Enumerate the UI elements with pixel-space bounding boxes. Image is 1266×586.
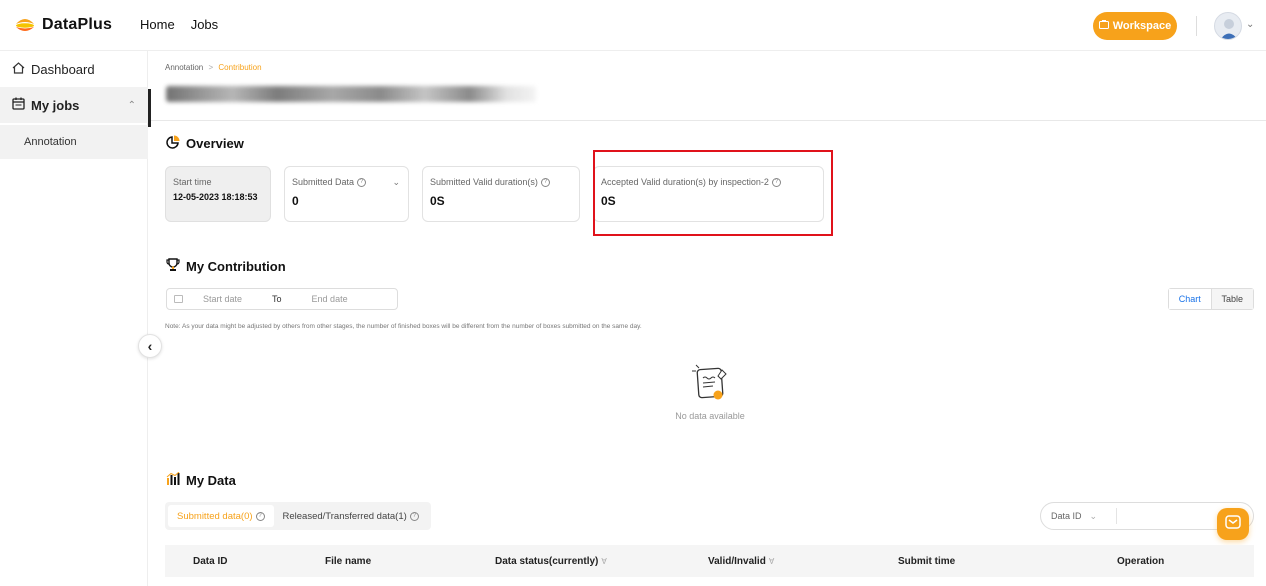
help-icon[interactable]: ? bbox=[409, 511, 419, 521]
card-label-text: Submitted Data bbox=[292, 177, 355, 187]
column-label: File name bbox=[325, 555, 372, 567]
tab-label: Submitted data(0) bbox=[177, 510, 253, 522]
breadcrumb-current: Contribution bbox=[218, 63, 262, 72]
column-label: Data status(currently) bbox=[495, 555, 599, 567]
column-header-data-status: Data status(currently) ∀ bbox=[495, 545, 607, 577]
collapse-sidebar-button[interactable]: ‹ bbox=[138, 334, 162, 358]
column-header-data-id: Data ID bbox=[193, 545, 227, 577]
search-field-label: Data ID bbox=[1051, 511, 1082, 521]
card-label: Submitted Valid duration(s) ? bbox=[430, 177, 571, 187]
top-bar: DataPlus Home Jobs Workspace ⌄ bbox=[0, 0, 1266, 51]
tab-table[interactable]: Table bbox=[1211, 289, 1253, 309]
breadcrumb: Annotation > Contribution bbox=[165, 63, 262, 72]
nav-jobs[interactable]: Jobs bbox=[191, 17, 218, 32]
chevron-down-icon: ⌄ bbox=[1089, 510, 1098, 521]
data-tabs: Submitted data(0) ? Released/Transferred… bbox=[165, 502, 431, 530]
sidebar-item-label: Dashboard bbox=[31, 61, 95, 77]
tab-label: Released/Transferred data(1) bbox=[282, 510, 407, 522]
highlight-box bbox=[593, 150, 833, 236]
help-icon[interactable]: ? bbox=[540, 177, 550, 187]
sidebar-item-my-jobs[interactable]: My jobs ⌃ bbox=[0, 87, 148, 123]
tab-released-transferred-data[interactable]: Released/Transferred data(1) ? bbox=[274, 505, 428, 527]
sidebar: Dashboard My jobs ⌃ Annotation bbox=[0, 51, 148, 586]
empty-state-text: No data available bbox=[675, 411, 745, 421]
column-label: Valid/Invalid bbox=[708, 555, 766, 567]
stat-card-start-time: Start time 12-05-2023 18:18:53 bbox=[165, 166, 271, 222]
top-nav: Home Jobs bbox=[140, 17, 218, 32]
dataplus-logo-icon bbox=[14, 14, 36, 36]
avatar[interactable] bbox=[1214, 12, 1242, 40]
contribution-title: My Contribution bbox=[166, 258, 286, 275]
chevron-down-icon[interactable]: ⌄ bbox=[392, 177, 400, 188]
my-data-title-text: My Data bbox=[186, 472, 236, 488]
home-icon bbox=[12, 61, 25, 77]
chevron-up-icon: ⌃ bbox=[127, 99, 136, 111]
column-header-file-name: File name bbox=[325, 545, 371, 577]
breadcrumb-separator: > bbox=[208, 63, 214, 72]
top-divider bbox=[1196, 16, 1197, 36]
nav-home[interactable]: Home bbox=[140, 17, 175, 32]
chevron-down-icon[interactable]: ⌄ bbox=[1246, 19, 1254, 30]
column-header-operation: Operation bbox=[1117, 545, 1164, 577]
mail-icon bbox=[1225, 514, 1241, 534]
blurred-page-title bbox=[166, 86, 536, 102]
workspace-button[interactable]: Workspace bbox=[1093, 12, 1177, 40]
column-label: Submit time bbox=[898, 555, 956, 567]
tab-chart[interactable]: Chart bbox=[1169, 289, 1212, 309]
stat-card-submitted-valid-duration: Submitted Valid duration(s) ? 0S bbox=[422, 166, 580, 222]
calendar-icon bbox=[174, 295, 183, 303]
divider bbox=[151, 120, 1266, 121]
date-range-separator: To bbox=[272, 294, 282, 304]
contribution-note: Note: As your data might be adjusted by … bbox=[165, 323, 642, 330]
date-range-picker[interactable]: Start date To End date bbox=[166, 288, 398, 310]
workspace-label: Workspace bbox=[1112, 20, 1172, 32]
sidebar-item-label: My jobs bbox=[31, 97, 80, 113]
card-label: Submitted Data ? bbox=[292, 177, 400, 187]
breadcrumb-root[interactable]: Annotation bbox=[165, 63, 203, 72]
sidebar-item-label: Annotation bbox=[24, 136, 77, 148]
stat-card-submitted-data[interactable]: Submitted Data ? ⌄ 0 bbox=[284, 166, 409, 222]
filter-icon[interactable]: ∀ bbox=[601, 557, 606, 566]
column-label: Operation bbox=[1117, 555, 1165, 567]
app-logo[interactable]: DataPlus bbox=[14, 14, 112, 36]
card-label: Start time bbox=[173, 177, 212, 187]
column-label: Data ID bbox=[193, 555, 228, 567]
calendar-icon bbox=[12, 97, 25, 113]
sidebar-item-annotation[interactable]: Annotation bbox=[0, 125, 148, 159]
contribution-title-text: My Contribution bbox=[186, 259, 286, 274]
card-label-text: Submitted Valid duration(s) bbox=[430, 177, 538, 187]
tab-submitted-data[interactable]: Submitted data(0) ? bbox=[168, 505, 274, 527]
help-icon[interactable]: ? bbox=[255, 511, 265, 521]
empty-document-icon bbox=[688, 362, 732, 404]
overview-title: Overview bbox=[166, 135, 244, 152]
help-icon[interactable]: ? bbox=[357, 177, 367, 187]
message-button[interactable] bbox=[1217, 508, 1249, 540]
overview-title-text: Overview bbox=[186, 136, 244, 151]
column-header-submit-time: Submit time bbox=[898, 545, 955, 577]
card-value: 0S bbox=[430, 194, 445, 208]
column-header-valid-invalid: Valid/Invalid ∀ bbox=[708, 545, 774, 577]
workspace-icon bbox=[1098, 20, 1109, 32]
active-indicator bbox=[148, 89, 151, 127]
filter-icon[interactable]: ∀ bbox=[769, 557, 774, 566]
chevron-left-icon: ‹ bbox=[147, 338, 153, 354]
view-toggle: Chart Table bbox=[1168, 288, 1254, 310]
sidebar-item-dashboard[interactable]: Dashboard bbox=[0, 51, 148, 87]
search-field-select[interactable]: Data ID ⌄ bbox=[1041, 508, 1117, 524]
card-value: 12-05-2023 18:18:53 bbox=[173, 192, 258, 202]
end-date-input[interactable]: End date bbox=[312, 294, 348, 304]
card-value: 0 bbox=[292, 194, 299, 208]
pie-chart-icon bbox=[166, 135, 180, 152]
trophy-icon bbox=[166, 258, 180, 275]
data-table-header: Data ID File name Data status(currently)… bbox=[165, 545, 1254, 577]
bar-chart-icon bbox=[166, 471, 180, 488]
start-date-input[interactable]: Start date bbox=[203, 294, 242, 304]
app-name: DataPlus bbox=[42, 16, 113, 33]
my-data-title: My Data bbox=[166, 471, 236, 488]
